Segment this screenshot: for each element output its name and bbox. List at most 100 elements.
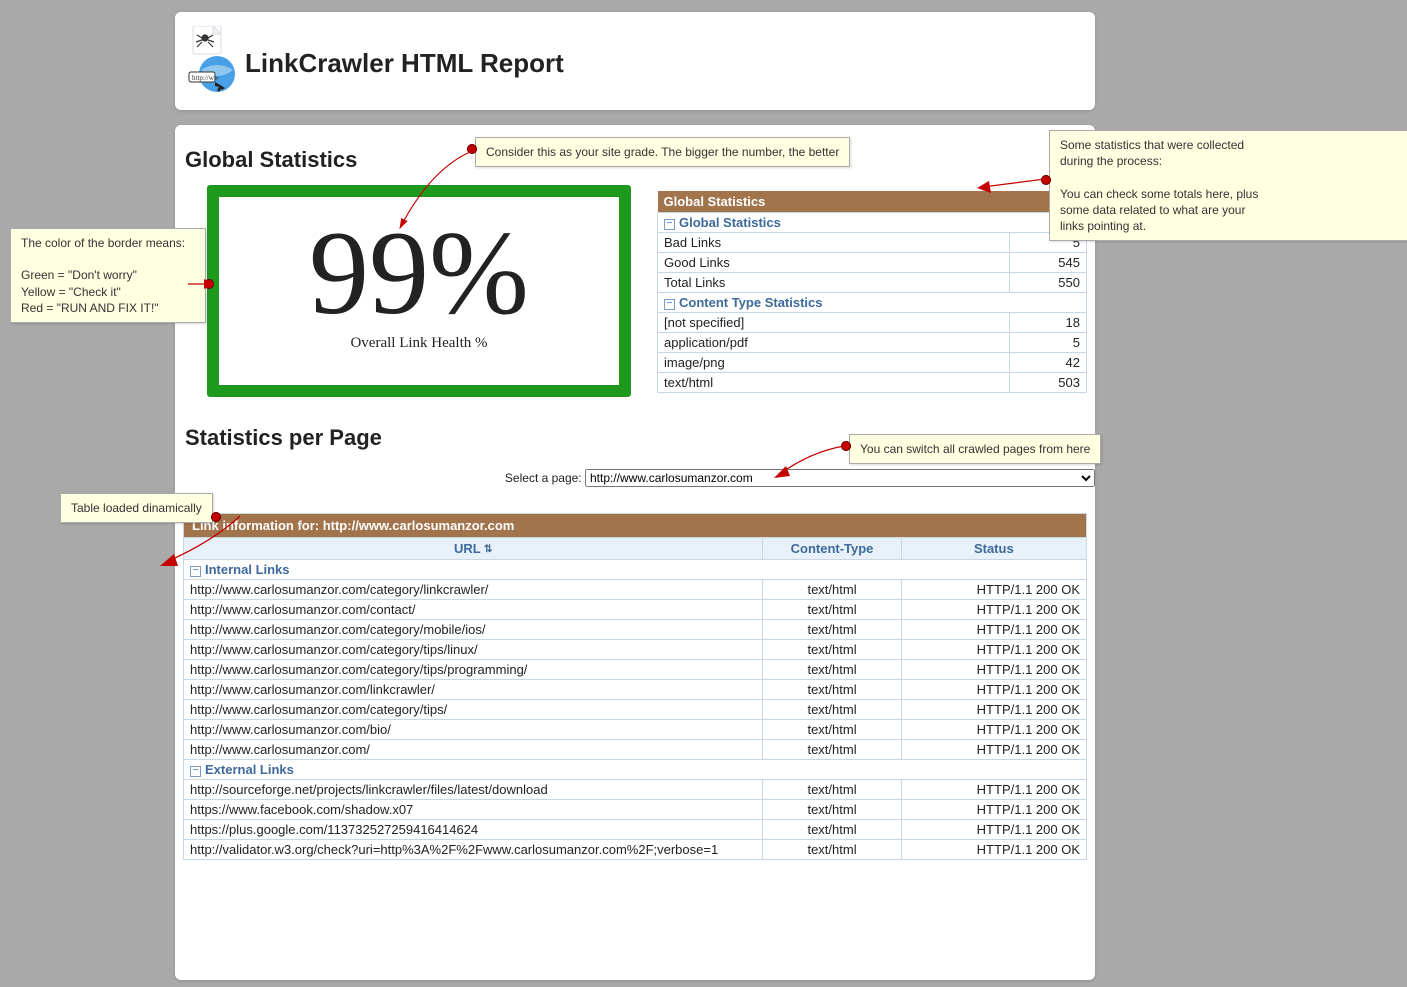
sort-icon[interactable]: ⇅ (484, 544, 492, 555)
section-global-title: Global Statistics (185, 147, 357, 173)
score-box: 99% Overall Link Health % (207, 185, 631, 397)
link-url[interactable]: http://www.carlosumanzor.com/category/ti… (184, 640, 763, 660)
link-content-type: text/html (763, 580, 901, 600)
stat-val: 503 (1010, 373, 1087, 393)
stat-key: [not specified] (658, 313, 1010, 333)
link-status: HTTP/1.1 200 OK (901, 680, 1086, 700)
link-info-table: Link information for: http://www.carlosu… (183, 513, 1087, 860)
link-content-type: text/html (763, 640, 901, 660)
link-status: HTTP/1.1 200 OK (901, 720, 1086, 740)
table-row: https://plus.google.com/1137325272594164… (184, 820, 1087, 840)
callout-border-colors: The color of the border means: Green = "… (10, 228, 206, 323)
link-content-type: text/html (763, 700, 901, 720)
link-table-header: Link information for: http://www.carlosu… (184, 514, 1087, 538)
table-row: http://www.carlosumanzor.com/category/ti… (184, 660, 1087, 680)
collapse-icon[interactable]: − (190, 566, 201, 577)
col-status[interactable]: Status (901, 538, 1086, 560)
header-card: http://ww LinkCrawler HTML Report (175, 12, 1095, 110)
global-stats-table: Global Statistics −Global Statistics Bad… (657, 191, 1087, 393)
link-status: HTTP/1.1 200 OK (901, 700, 1086, 720)
link-url[interactable]: http://www.carlosumanzor.com/category/mo… (184, 620, 763, 640)
link-url[interactable]: http://www.carlosumanzor.com/category/ti… (184, 700, 763, 720)
link-content-type: text/html (763, 820, 901, 840)
table-row: http://www.carlosumanzor.com/linkcrawler… (184, 680, 1087, 700)
link-status: HTTP/1.1 200 OK (901, 640, 1086, 660)
link-status: HTTP/1.1 200 OK (901, 800, 1086, 820)
page-picker: Select a page: http://www.carlosumanzor.… (495, 469, 1095, 487)
table-row: http://www.carlosumanzor.com/category/mo… (184, 620, 1087, 640)
col-content-type[interactable]: Content-Type (763, 538, 901, 560)
table-row: http://www.carlosumanzor.com/contact/ te… (184, 600, 1087, 620)
link-content-type: text/html (763, 740, 901, 760)
callout-table: Table loaded dinamically (60, 493, 213, 523)
link-url[interactable]: http://www.carlosumanzor.com/contact/ (184, 600, 763, 620)
score-label: Overall Link Health % (219, 335, 619, 352)
link-status: HTTP/1.1 200 OK (901, 780, 1086, 800)
callout-switch: You can switch all crawled pages from he… (849, 434, 1101, 464)
stat-key: application/pdf (658, 333, 1010, 353)
link-url[interactable]: https://plus.google.com/1137325272594164… (184, 820, 763, 840)
table-row: http://sourceforge.net/projects/linkcraw… (184, 780, 1087, 800)
table-row: http://www.carlosumanzor.com/category/li… (184, 580, 1087, 600)
callout-dot (841, 441, 851, 451)
svg-text:http://ww: http://ww (192, 74, 220, 82)
picker-label: Select a page: (505, 471, 582, 485)
collapse-icon[interactable]: − (190, 766, 201, 777)
link-content-type: text/html (763, 800, 901, 820)
callout-stats: Some statistics that were collected duri… (1049, 130, 1407, 241)
stats-sub-global[interactable]: −Global Statistics (658, 213, 1087, 233)
link-url[interactable]: http://validator.w3.org/check?uri=http%3… (184, 840, 763, 860)
stat-key: Total Links (658, 273, 1010, 293)
link-content-type: text/html (763, 680, 901, 700)
callout-grade: Consider this as your site grade. The bi… (475, 137, 850, 167)
stat-key: Good Links (658, 253, 1010, 273)
stat-val: 545 (1010, 253, 1087, 273)
stat-val: 5 (1010, 333, 1087, 353)
table-row: http://www.carlosumanzor.com/bio/ text/h… (184, 720, 1087, 740)
body-card: Global Statistics 99% Overall Link Healt… (175, 125, 1095, 980)
section-perpage-title: Statistics per Page (185, 425, 382, 451)
link-status: HTTP/1.1 200 OK (901, 620, 1086, 640)
callout-dot (1041, 175, 1051, 185)
collapse-icon[interactable]: − (664, 299, 675, 310)
link-url[interactable]: http://www.carlosumanzor.com/bio/ (184, 720, 763, 740)
link-url[interactable]: http://www.carlosumanzor.com/linkcrawler… (184, 680, 763, 700)
link-status: HTTP/1.1 200 OK (901, 600, 1086, 620)
group-internal[interactable]: −Internal Links (184, 560, 1087, 580)
group-external[interactable]: −External Links (184, 760, 1087, 780)
link-content-type: text/html (763, 840, 901, 860)
link-url[interactable]: http://www.carlosumanzor.com/category/ti… (184, 660, 763, 680)
table-row: http://validator.w3.org/check?uri=http%3… (184, 840, 1087, 860)
col-url[interactable]: URL ⇅ (184, 538, 763, 560)
stat-key: image/png (658, 353, 1010, 373)
linkcrawler-logo: http://ww (185, 26, 245, 94)
callout-dot (211, 512, 221, 522)
stat-key: Bad Links (658, 233, 1010, 253)
stats-header: Global Statistics (658, 191, 1087, 213)
stats-sub-content[interactable]: −Content Type Statistics (658, 293, 1087, 313)
collapse-icon[interactable]: − (664, 219, 675, 230)
score-value: 99% (219, 213, 619, 333)
table-row: http://www.carlosumanzor.com/category/ti… (184, 700, 1087, 720)
callout-dot (204, 279, 214, 289)
link-content-type: text/html (763, 660, 901, 680)
link-content-type: text/html (763, 600, 901, 620)
link-content-type: text/html (763, 620, 901, 640)
table-row: https://www.facebook.com/shadow.x07 text… (184, 800, 1087, 820)
link-url[interactable]: http://www.carlosumanzor.com/category/li… (184, 580, 763, 600)
table-row: http://www.carlosumanzor.com/category/ti… (184, 640, 1087, 660)
link-content-type: text/html (763, 720, 901, 740)
link-url[interactable]: http://www.carlosumanzor.com/ (184, 740, 763, 760)
callout-dot (467, 144, 477, 154)
link-status: HTTP/1.1 200 OK (901, 840, 1086, 860)
link-url[interactable]: http://sourceforge.net/projects/linkcraw… (184, 780, 763, 800)
link-status: HTTP/1.1 200 OK (901, 740, 1086, 760)
stat-key: text/html (658, 373, 1010, 393)
report-title: LinkCrawler HTML Report (245, 48, 564, 79)
link-status: HTTP/1.1 200 OK (901, 660, 1086, 680)
page-select[interactable]: http://www.carlosumanzor.com (585, 469, 1095, 487)
stat-val: 42 (1010, 353, 1087, 373)
link-status: HTTP/1.1 200 OK (901, 580, 1086, 600)
link-url[interactable]: https://www.facebook.com/shadow.x07 (184, 800, 763, 820)
stat-val: 550 (1010, 273, 1087, 293)
